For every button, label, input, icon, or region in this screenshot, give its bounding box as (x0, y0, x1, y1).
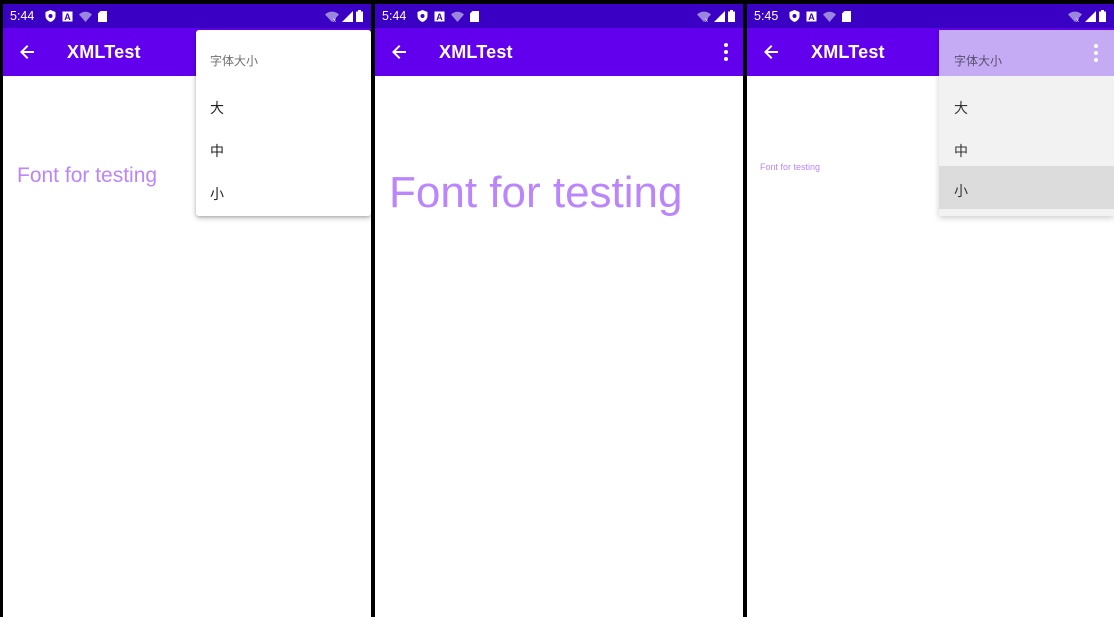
wifi-off-icon: x (1068, 11, 1082, 22)
shield-icon (789, 10, 800, 22)
wifi-alert-icon (823, 11, 836, 22)
more-vert-icon[interactable] (721, 41, 731, 63)
svg-text:A: A (436, 12, 443, 22)
shield-icon (417, 10, 428, 22)
menu-item-large[interactable]: 大 (196, 85, 371, 128)
signal-icon (342, 10, 353, 22)
status-time: 5:44 (10, 9, 35, 23)
font-size-menu: 字体大小 大 中 小 (196, 30, 371, 216)
font-size-menu: 字体大小 大 中 小 (939, 30, 1114, 216)
status-bar: 5:44 A x (375, 4, 743, 28)
wifi-alert-icon (79, 11, 92, 22)
shield-icon (45, 10, 56, 22)
content-area: Font for testing (375, 76, 743, 617)
menu-header: 字体大小 (939, 30, 1114, 76)
menu-item-large[interactable]: 大 (939, 85, 1114, 128)
wifi-off-icon: x (697, 11, 711, 22)
phone-screen-3: 5:45 A x XMLTest Font for testing 字体大小 大… (747, 4, 1114, 617)
sample-text: Font for testing (760, 162, 821, 172)
notification-a-icon: A (62, 11, 73, 22)
sd-card-icon (842, 10, 851, 22)
signal-icon (1085, 10, 1096, 22)
battery-icon (728, 10, 735, 22)
status-time: 5:45 (754, 9, 779, 23)
app-bar: XMLTest (375, 28, 743, 76)
menu-item-small[interactable]: 小 (939, 166, 1114, 209)
sample-text: Font for testing (17, 164, 158, 187)
wifi-off-icon: x (325, 11, 339, 22)
status-bar: 5:45 A x (747, 4, 1114, 28)
battery-icon (1099, 10, 1106, 22)
menu-item-small[interactable]: 小 (196, 171, 371, 214)
notification-a-icon: A (806, 11, 817, 22)
status-bar: 5:44 A x (3, 4, 371, 28)
svg-text:A: A (808, 12, 815, 22)
phone-screen-1: 5:44 A x XMLTest Font for testing 字体大小 大… (3, 4, 371, 617)
notification-a-icon: A (434, 11, 445, 22)
svg-text:x: x (333, 18, 336, 22)
sd-card-icon (470, 10, 479, 22)
status-time: 5:44 (382, 9, 407, 23)
app-title: XMLTest (439, 42, 513, 62)
svg-text:A: A (64, 12, 71, 22)
menu-item-medium[interactable]: 中 (939, 128, 1114, 171)
wifi-alert-icon (451, 11, 464, 22)
app-title: XMLTest (811, 42, 885, 62)
back-arrow-icon[interactable] (17, 42, 37, 62)
more-vert-icon[interactable] (1091, 42, 1101, 64)
svg-text:x: x (1076, 18, 1079, 22)
back-arrow-icon[interactable] (389, 42, 409, 62)
menu-title: 字体大小 (210, 54, 259, 68)
signal-icon (714, 10, 725, 22)
battery-icon (356, 10, 363, 22)
menu-item-medium[interactable]: 中 (196, 128, 371, 171)
menu-title: 字体大小 (954, 54, 1003, 68)
phone-screen-2: 5:44 A x XMLTest Font for testing (375, 4, 743, 617)
sample-text: Font for testing (389, 168, 683, 217)
back-arrow-icon[interactable] (761, 42, 781, 62)
app-title: XMLTest (67, 42, 141, 62)
sd-card-icon (98, 10, 107, 22)
svg-text:x: x (705, 18, 708, 22)
